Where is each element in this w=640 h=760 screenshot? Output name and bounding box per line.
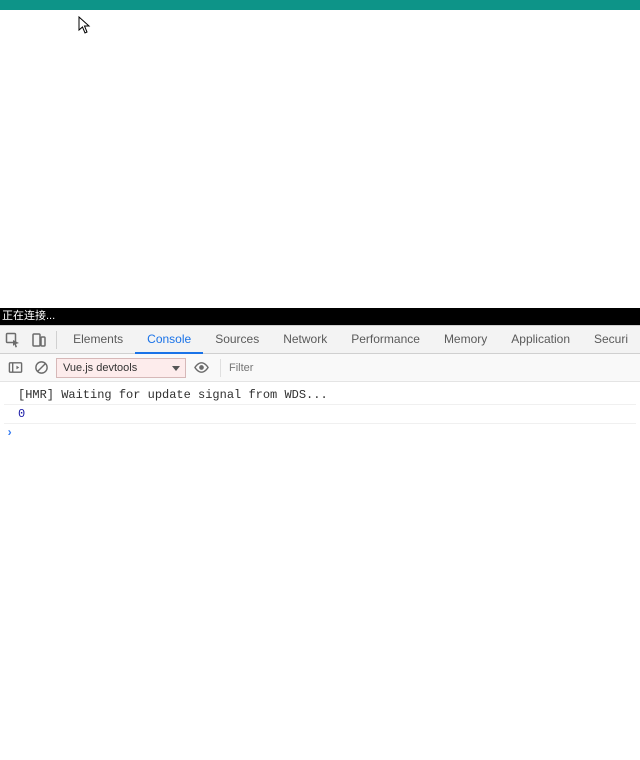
tab-elements[interactable]: Elements	[61, 326, 135, 354]
tab-performance[interactable]: Performance	[339, 326, 432, 354]
console-log-line[interactable]: 0	[4, 405, 636, 424]
execution-context-select[interactable]: Vue.js devtools	[56, 358, 186, 378]
devtools-panel: Elements Console Sources Network Perform…	[0, 325, 640, 442]
tab-security[interactable]: Securi	[582, 326, 640, 354]
toggle-sidebar-icon[interactable]	[4, 357, 26, 379]
tab-network[interactable]: Network	[271, 326, 339, 354]
inspect-element-icon[interactable]	[0, 326, 26, 354]
console-output: [HMR] Waiting for update signal from WDS…	[0, 382, 640, 442]
devtools-tabbar: Elements Console Sources Network Perform…	[0, 326, 640, 354]
context-label: Vue.js devtools	[63, 362, 137, 374]
clear-console-icon[interactable]	[30, 357, 52, 379]
devtools-tabs: Elements Console Sources Network Perform…	[61, 326, 640, 354]
tab-memory[interactable]: Memory	[432, 326, 499, 354]
live-expression-icon[interactable]	[190, 357, 212, 379]
mouse-cursor-icon	[78, 16, 92, 39]
tab-sources[interactable]: Sources	[203, 326, 271, 354]
console-toolbar: Vue.js devtools	[0, 354, 640, 382]
device-toolbar-icon[interactable]	[26, 326, 52, 354]
tabbar-divider	[56, 331, 57, 349]
console-log-line[interactable]: [HMR] Waiting for update signal from WDS…	[4, 386, 636, 405]
blank-area	[0, 442, 640, 760]
status-text: 正在连接...	[2, 310, 55, 322]
browser-status-bar: 正在连接...	[0, 308, 640, 325]
filter-input[interactable]	[229, 359, 329, 377]
page-viewport	[0, 10, 640, 308]
filter-wrap	[220, 359, 329, 377]
page-top-accent	[0, 0, 640, 10]
tab-application[interactable]: Application	[499, 326, 582, 354]
tab-console[interactable]: Console	[135, 326, 203, 354]
console-prompt[interactable]	[4, 424, 636, 442]
